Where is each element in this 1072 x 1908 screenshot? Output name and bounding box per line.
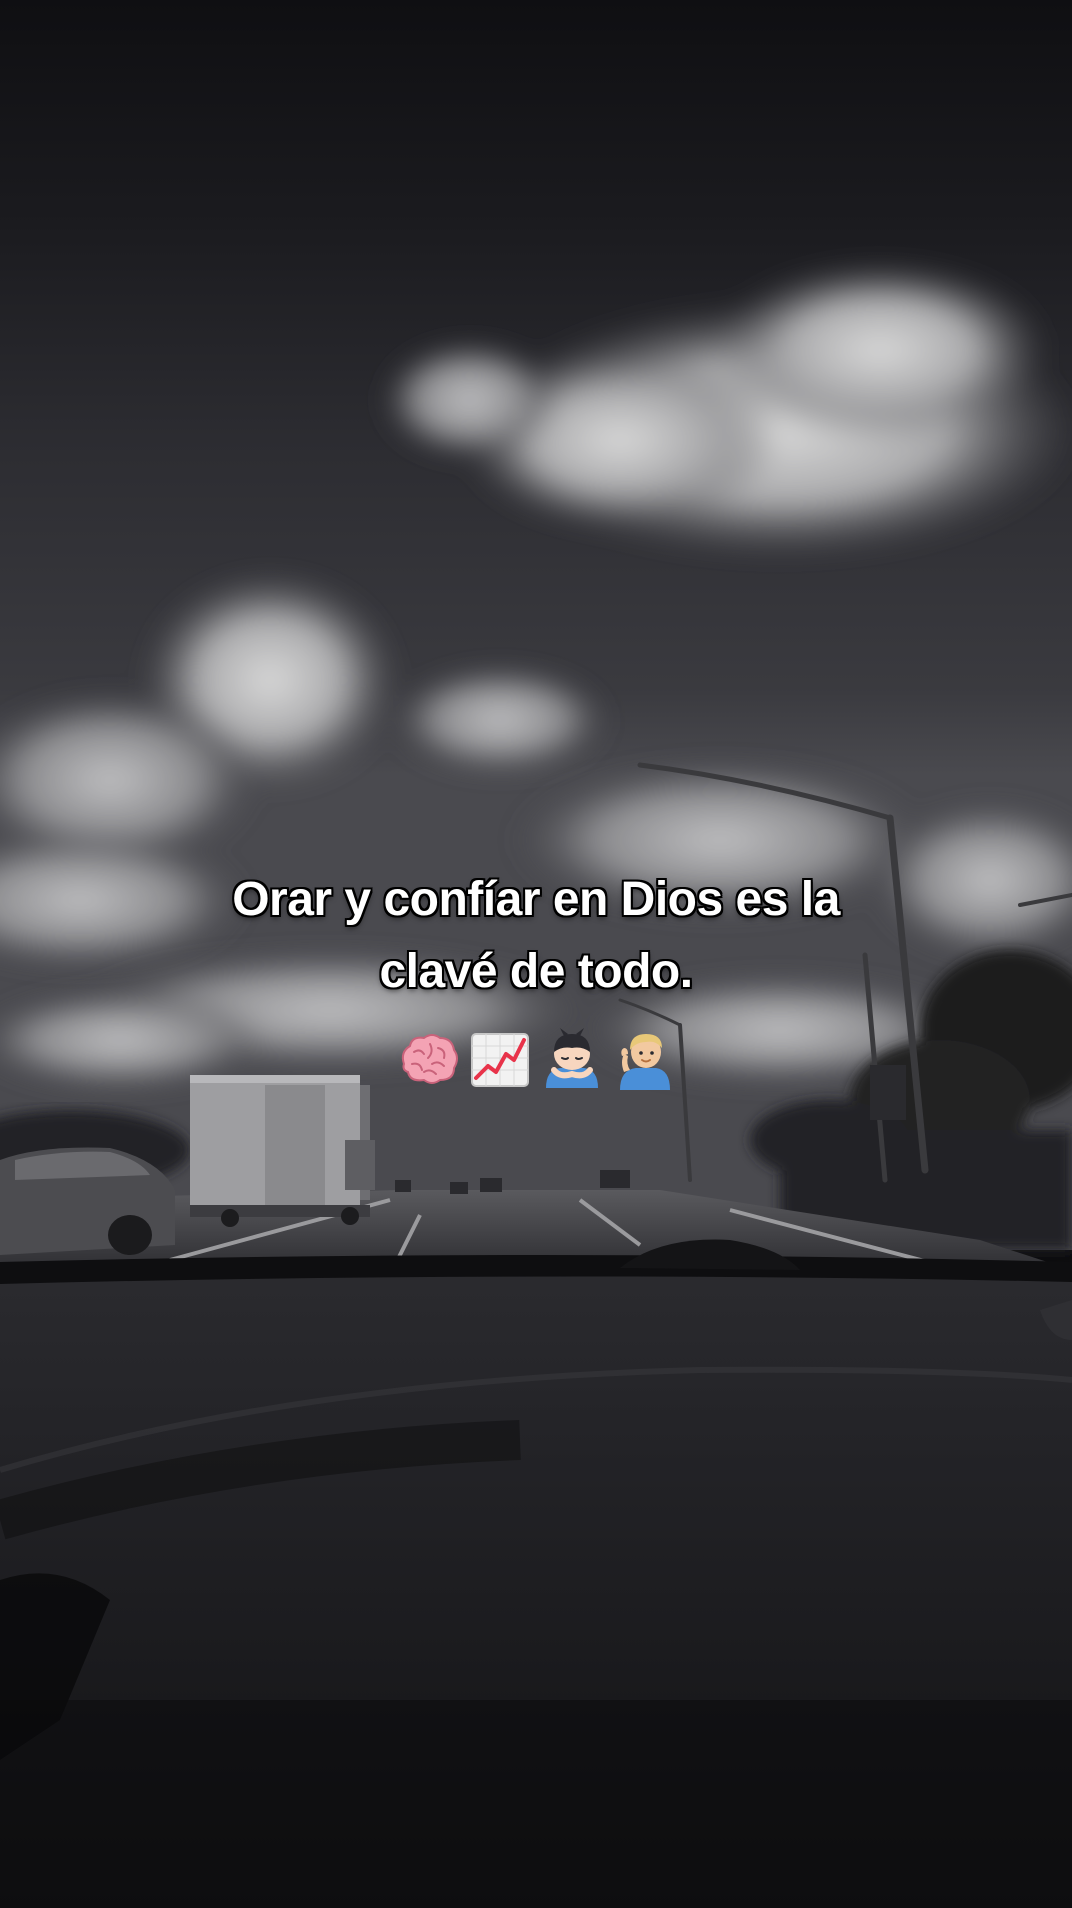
chart-increasing-icon bbox=[466, 1026, 534, 1094]
person-tipping-hand-icon bbox=[610, 1026, 678, 1094]
brain-icon bbox=[394, 1026, 462, 1094]
emoji-row bbox=[0, 1026, 1072, 1094]
person-bowing-icon bbox=[538, 1026, 606, 1094]
caption-overlay: Orar y confíar en Dios es la clavé de to… bbox=[0, 864, 1072, 1094]
caption-line-2: clavé de todo. bbox=[379, 945, 693, 998]
caption-line-1: Orar y confíar en Dios es la bbox=[232, 873, 840, 926]
